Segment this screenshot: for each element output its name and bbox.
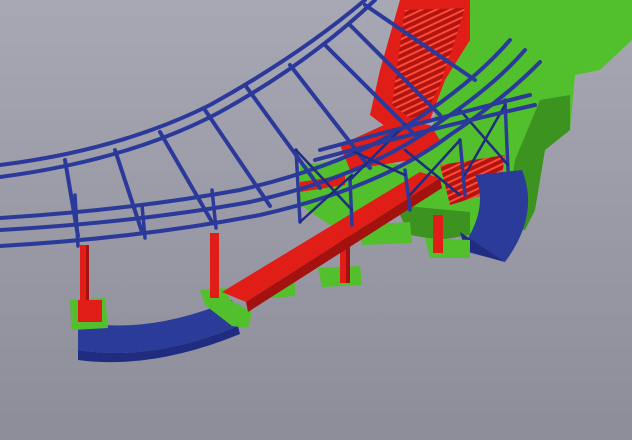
3d-model-viewport[interactable] bbox=[0, 0, 632, 440]
structural-3d-model bbox=[0, 0, 632, 440]
